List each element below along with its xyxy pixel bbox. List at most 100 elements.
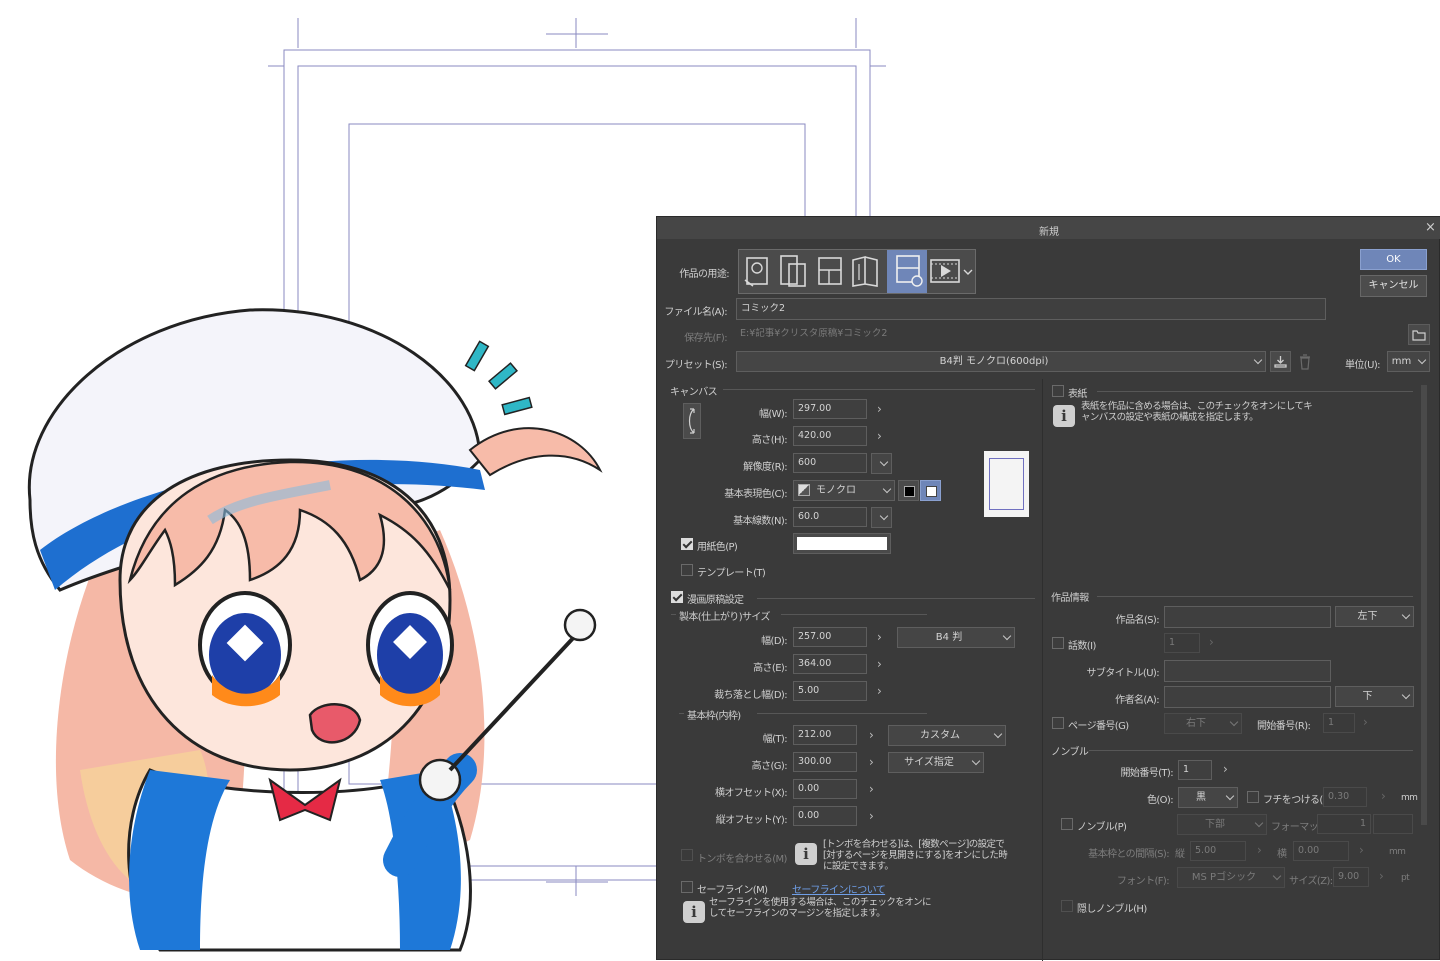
start-number-arrow[interactable]: › — [1363, 715, 1368, 729]
template-checkbox[interactable] — [681, 564, 693, 576]
webtoon-icon[interactable] — [780, 255, 806, 287]
filename-field[interactable]: コミック2 — [736, 298, 1326, 320]
nombre-gap-v-field[interactable]: 5.00 — [1190, 841, 1246, 861]
hidden-nombre-checkbox[interactable] — [1061, 900, 1073, 912]
delete-preset-icon[interactable] — [1298, 354, 1312, 370]
author-label: 作者名(A): — [1115, 695, 1159, 706]
nombre-start-arrow[interactable]: › — [1223, 762, 1228, 776]
scrollbar[interactable] — [1421, 385, 1427, 825]
bleed-margin-arrow[interactable]: › — [877, 684, 882, 698]
bleed-width-arrow[interactable]: › — [877, 630, 882, 644]
offset-x-field[interactable]: 0.00 — [793, 779, 857, 799]
nombre-border-arrow[interactable]: › — [1381, 789, 1386, 803]
white-swatch[interactable] — [920, 480, 941, 501]
canvas-width-field[interactable]: 297.00 — [793, 399, 867, 419]
frame-width-field[interactable]: 212.00 — [793, 725, 857, 745]
filename-label: ファイル名(A): — [664, 307, 727, 318]
work-title-field[interactable] — [1164, 606, 1331, 628]
comic-icon[interactable] — [818, 257, 842, 285]
nombre-format-field[interactable]: 1 — [1317, 814, 1371, 834]
preset-select[interactable]: B4判 モノクロ(600dpi) — [736, 351, 1266, 372]
nombre-color-label: 色(O): — [1146, 795, 1174, 806]
unit-select[interactable]: mm — [1387, 351, 1430, 372]
safe-line-checkbox[interactable] — [681, 881, 693, 893]
cover-checkbox[interactable] — [1052, 385, 1064, 397]
nombre-gap-h-field[interactable]: 0.00 — [1293, 841, 1349, 861]
bleed-size-select[interactable]: B4 判 — [897, 627, 1015, 648]
register-preset-icon[interactable] — [1270, 351, 1291, 372]
align-tombo-checkbox[interactable] — [681, 849, 693, 861]
black-swatch[interactable] — [898, 480, 919, 501]
chevron-down-icon — [1002, 631, 1012, 641]
offset-y-field[interactable]: 0.00 — [793, 806, 857, 826]
safe-line-link[interactable]: セーフラインについて — [792, 881, 886, 896]
nombre-color-select[interactable]: 黒 — [1178, 787, 1238, 808]
cancel-button[interactable]: キャンセル — [1360, 275, 1427, 297]
offset-y-arrow[interactable]: › — [869, 809, 874, 823]
author-field[interactable] — [1164, 686, 1331, 708]
animation-icon[interactable] — [930, 259, 960, 283]
info-icon: i — [795, 843, 817, 865]
chevron-down-icon — [1253, 355, 1263, 365]
author-position-value: 下 — [1362, 691, 1373, 702]
nombre-format-extra-field[interactable] — [1373, 814, 1413, 834]
bleed-height-field[interactable]: 364.00 — [793, 654, 867, 674]
nombre-size-arrow[interactable]: › — [1379, 869, 1384, 883]
nombre-font-select[interactable]: MS Pゴシック — [1177, 867, 1285, 888]
resolution-field[interactable]: 600 — [793, 453, 867, 473]
page-number-position-select[interactable]: 右下 — [1164, 713, 1242, 734]
frame-height-arrow[interactable]: › — [869, 755, 874, 769]
bleed-dash — [671, 614, 676, 615]
frame-type-select[interactable]: カスタム — [888, 725, 1006, 746]
nombre-border-field[interactable]: 0.30 — [1323, 787, 1367, 807]
subtitle-field[interactable] — [1164, 660, 1331, 682]
chevron-down-icon[interactable] — [963, 269, 973, 275]
nombre-position-select[interactable]: 下部 — [1177, 814, 1267, 835]
illustration-icon[interactable] — [744, 257, 768, 287]
episode-arrow[interactable]: › — [1209, 635, 1214, 649]
bleed-height-arrow[interactable]: › — [877, 657, 882, 671]
bleed-margin-field[interactable]: 5.00 — [793, 681, 867, 701]
start-number-field[interactable]: 1 — [1323, 713, 1355, 733]
nombre-section-label: ノンブル — [1051, 747, 1089, 758]
frame-spec-select[interactable]: サイズ指定 — [888, 752, 984, 773]
manga-settings-checkbox[interactable] — [671, 591, 683, 603]
dialog-title: 新規 — [1039, 227, 1059, 238]
frame-width-arrow[interactable]: › — [869, 728, 874, 742]
ok-button[interactable]: OK — [1360, 249, 1427, 270]
folder-icon[interactable] — [1408, 324, 1430, 345]
work-title-position-select[interactable]: 左下 — [1335, 606, 1414, 627]
work-title-label: 作品名(S): — [1115, 615, 1160, 626]
nombre-gap-h-arrow[interactable]: › — [1359, 843, 1364, 857]
canvas-width-arrow[interactable]: › — [877, 402, 882, 416]
screen-lines-field[interactable]: 60.0 — [793, 507, 867, 527]
screen-lines-dropdown[interactable] — [871, 507, 892, 528]
frame-height-field[interactable]: 300.00 — [793, 752, 857, 772]
canvas-height-field[interactable]: 420.00 — [793, 426, 867, 446]
close-icon[interactable]: × — [1425, 220, 1436, 235]
bleed-height-label: 高さ(E): — [753, 663, 787, 674]
unit-value: mm — [1391, 356, 1412, 367]
offset-x-label: 横オフセット(X): — [714, 788, 788, 799]
rotate-orientation-icon[interactable] — [683, 403, 701, 439]
manga-settings-label: 漫画原稿設定 — [687, 595, 744, 606]
episode-field[interactable]: 1 — [1164, 633, 1200, 653]
nombre-size-field[interactable]: 9.00 — [1333, 867, 1369, 887]
paper-color-checkbox[interactable] — [681, 538, 693, 550]
nombre-size-unit: pt — [1401, 873, 1410, 883]
resolution-dropdown[interactable] — [871, 453, 892, 474]
page-number-checkbox[interactable] — [1052, 717, 1064, 729]
nombre-checkbox[interactable] — [1061, 818, 1073, 830]
episode-checkbox[interactable] — [1052, 637, 1064, 649]
author-position-select[interactable]: 下 — [1335, 686, 1414, 707]
paper-color-swatch[interactable] — [793, 533, 891, 554]
canvas-preview — [984, 451, 1029, 517]
offset-x-arrow[interactable]: › — [869, 782, 874, 796]
book-icon[interactable] — [852, 255, 878, 287]
canvas-height-arrow[interactable]: › — [877, 429, 882, 443]
bleed-width-field[interactable]: 257.00 — [793, 627, 867, 647]
work-info-section-label: 作品情報 — [1051, 593, 1089, 604]
nombre-start-field[interactable]: 1 — [1178, 760, 1212, 780]
nombre-gap-v-arrow[interactable]: › — [1257, 843, 1262, 857]
nombre-border-checkbox[interactable] — [1247, 791, 1259, 803]
